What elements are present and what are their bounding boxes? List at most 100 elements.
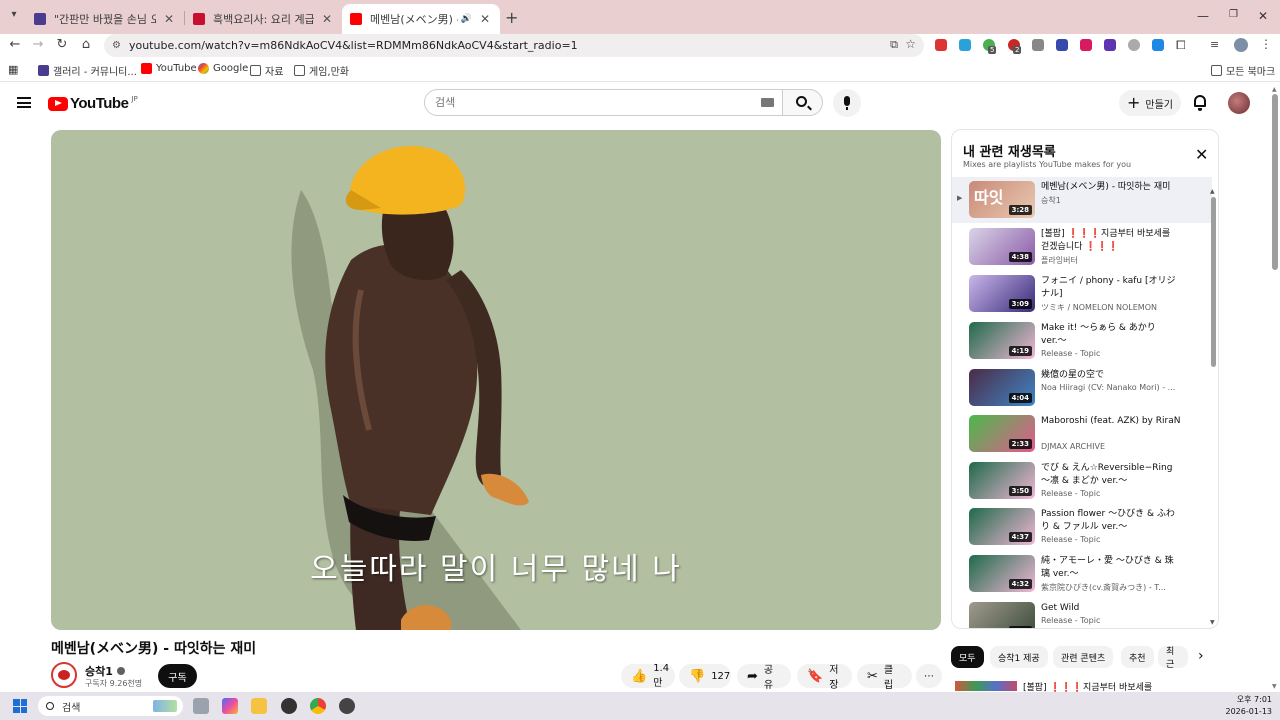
playlist-item-title[interactable]: でび & えん☆Reversible−Ring 〜凛 & まどか ver.〜 [1041, 462, 1181, 488]
playlist-item[interactable]: 3:09 フォニイ / phony - kafu [オリジナル] ツミキ / NOM… [952, 271, 1212, 317]
page-scrollbar[interactable]: ▲ ▼ [1271, 86, 1280, 690]
playlist-item-title[interactable]: フォニイ / phony - kafu [オリジナル] [1041, 275, 1181, 301]
scroll-up-arrow-icon[interactable]: ▲ [1272, 86, 1277, 93]
playlist-item-title[interactable]: Make it! 〜らぁら & あかり ver.〜 [1041, 322, 1181, 348]
windows-start-icon[interactable] [13, 699, 27, 713]
tab-youtube-active[interactable]: 메벤남(メベン男) - 따잇하는 🔊 ✕ [342, 4, 500, 34]
save-button[interactable]: 🔖 저장 [797, 664, 852, 691]
hamburger-menu-icon[interactable] [17, 97, 31, 108]
scroll-up-arrow-icon[interactable]: ▲ [1210, 188, 1215, 195]
close-tab-icon[interactable]: ✕ [320, 12, 334, 26]
copilot-icon[interactable] [222, 698, 238, 714]
bookmark-star-icon[interactable]: ☆ [905, 37, 916, 51]
chip-from-channel[interactable]: 승착1 제공 [990, 646, 1048, 668]
extension-indigo-icon[interactable] [1056, 39, 1068, 51]
subscribe-button[interactable]: 구독 [158, 664, 197, 688]
audio-playing-icon[interactable]: 🔊 [461, 14, 472, 24]
playlist-item[interactable]: 2:33 Maboroshi (feat. AZK) by RiraN DJMAX … [952, 411, 1212, 457]
close-window-icon[interactable]: ✕ [1258, 9, 1268, 23]
search-input[interactable] [435, 96, 755, 109]
extension-pink-icon[interactable] [1080, 39, 1092, 51]
close-tab-icon[interactable]: ✕ [162, 12, 176, 26]
playlist-item[interactable]: 4:37 Passion flower 〜ひびき & ふわり & ファルル ver… [952, 504, 1212, 550]
playlist-thumbnail[interactable]: 4:38 [969, 228, 1035, 265]
playlist-item-title[interactable]: Passion flower 〜ひびき & ふわり & ファルル ver.〜 [1041, 508, 1181, 534]
chip-recent[interactable]: 최근 [1158, 646, 1188, 668]
back-arrow-icon[interactable]: ← [6, 37, 24, 52]
browser-menu-icon[interactable]: ⋮ [1260, 37, 1272, 51]
extension-purple-icon[interactable] [1104, 39, 1116, 51]
more-actions-button[interactable]: ⋯ [916, 664, 942, 688]
scrollbar-thumb[interactable] [1272, 94, 1278, 270]
channel-name[interactable]: 승착1 [85, 663, 125, 679]
playlist-item[interactable]: 3:54 Get WildRelease - Topic [952, 598, 1212, 628]
tab-netflix[interactable]: 흑백요리사: 요리 계급 전쟁 시 ✕ [185, 4, 342, 34]
extension-blue-icon[interactable] [959, 39, 971, 51]
close-playlist-icon[interactable]: ✕ [1195, 145, 1208, 164]
file-explorer-icon[interactable] [251, 698, 267, 714]
bookmark-gallery[interactable]: 갤러리 - 커뮤니티... [38, 63, 137, 78]
playlist-scrollbar[interactable]: ▲ ▼ [1210, 188, 1217, 626]
reading-list-icon[interactable]: ≡ [1210, 38, 1219, 51]
extensions-puzzle-icon[interactable]: ⧠ [1176, 38, 1186, 53]
notifications-bell-icon[interactable] [1194, 95, 1206, 111]
chip-related[interactable]: 관련 콘텐츠 [1053, 646, 1114, 668]
reload-icon[interactable]: ↻ [53, 37, 71, 52]
apps-grid-icon[interactable]: ▦ [8, 63, 18, 76]
system-clock[interactable]: 오후 7:01 2026-01-13 [1218, 694, 1273, 718]
scroll-down-arrow-icon[interactable]: ▼ [1272, 683, 1277, 690]
youtube-logo[interactable]: YouTube JP [48, 95, 138, 112]
taskbar-search[interactable]: 검색 [38, 696, 183, 716]
playlist-item-title[interactable]: [볼팝] ❗❗❗지금부터 바보세를 걷겠습니다 ❗❗❗ [1041, 228, 1181, 254]
playlist-item[interactable]: 4:38 [볼팝] ❗❗❗지금부터 바보세를 걷겠습니다 ❗❗❗ 플라잉버터 [952, 224, 1212, 270]
playlist-scrollbar-thumb[interactable] [1211, 197, 1216, 367]
address-bar[interactable]: ⚙ youtube.com/watch?v=m86NdkAoCV4&list=R… [104, 34, 924, 57]
home-icon[interactable]: ⌂ [77, 37, 95, 52]
extension-light-icon[interactable] [1128, 39, 1140, 51]
task-view-icon[interactable] [193, 698, 209, 714]
bookmark-google[interactable]: Google [198, 63, 248, 74]
download-icon[interactable] [1152, 39, 1164, 51]
dislike-button[interactable]: 👎 127 [679, 664, 731, 688]
playlist-thumbnail[interactable]: 3:50 [969, 462, 1035, 499]
voice-search-button[interactable] [833, 89, 861, 117]
close-tab-icon[interactable]: ✕ [478, 12, 492, 26]
search-button[interactable] [783, 89, 823, 116]
new-tab-button[interactable]: + [505, 8, 518, 27]
playlist-thumbnail[interactable]: 3:54 [969, 602, 1035, 628]
bookmark-folder-games[interactable]: 게임,만화 [294, 63, 349, 78]
playlist-thumbnail[interactable]: 4:37 [969, 508, 1035, 545]
tab-search-chevron-icon[interactable]: ▾ [6, 9, 22, 25]
all-bookmarks[interactable]: 모든 북마크 [1211, 63, 1275, 78]
next-recommendation-row[interactable]: [볼팝] ❗❗❗지금부터 바보세를 [955, 680, 1215, 692]
app-icon[interactable] [339, 698, 355, 714]
site-settings-icon[interactable]: ⚙ [112, 40, 121, 51]
restore-icon[interactable]: ❐ [1229, 9, 1238, 20]
bookmark-youtube[interactable]: YouTube [141, 63, 197, 74]
playlist-item-title[interactable]: Maboroshi (feat. AZK) by RiraN [1041, 415, 1181, 428]
playlist-item[interactable]: 4:04 幾億の星の空で Noa Hiiragi (CV: Nanako Mori)… [952, 365, 1212, 411]
playlist-thumbnail[interactable]: 3:09 [969, 275, 1035, 312]
bookmark-folder-files[interactable]: 자료 [250, 63, 283, 78]
playlist-thumbnail[interactable]: 4:04 [969, 369, 1035, 406]
playlist-item-title[interactable]: 純・アモーレ・愛 〜ひびき & 珠璃 ver.〜 [1041, 555, 1181, 581]
playlist-thumbnail[interactable]: 따잇 3:28 [969, 181, 1035, 218]
keyboard-icon[interactable] [761, 98, 774, 107]
extension-red-icon[interactable] [935, 39, 947, 51]
playlist-item[interactable]: 3:50 でび & えん☆Reversible−Ring 〜凛 & まどか ver… [952, 458, 1212, 504]
url-text[interactable]: youtube.com/watch?v=m86NdkAoCV4&list=RDM… [129, 39, 578, 52]
chip-recommended[interactable]: 추천 [1121, 646, 1154, 668]
playlist-thumbnail[interactable]: 4:32 [969, 555, 1035, 592]
playlist-thumbnail[interactable]: 2:33 [969, 415, 1035, 452]
playlist-item[interactable]: 4:32 純・アモーレ・愛 〜ひびき & 珠璃 ver.〜 紫京院ひびき(cv.斎賀… [952, 551, 1212, 597]
playlist-thumbnail[interactable]: 4:19 [969, 322, 1035, 359]
playlist-item-title[interactable]: 메벤남(メベン男) - 따잇하는 재미 [1041, 181, 1181, 194]
profile-avatar[interactable] [1234, 38, 1248, 52]
chrome-icon[interactable] [310, 698, 326, 714]
share-button[interactable]: ➦ 공유 [737, 664, 791, 691]
playlist-item[interactable]: ▶ 따잇 3:28 메벤남(メベン男) - 따잇하는 재미 승착1 [952, 177, 1212, 223]
scroll-down-arrow-icon[interactable]: ▼ [1210, 619, 1215, 626]
like-button[interactable]: 👍 1.4만 [621, 663, 675, 689]
account-avatar[interactable] [1228, 92, 1250, 114]
tab-news[interactable]: "간판만 바꿨을 손님 오나"...국 ✕ [26, 4, 184, 34]
